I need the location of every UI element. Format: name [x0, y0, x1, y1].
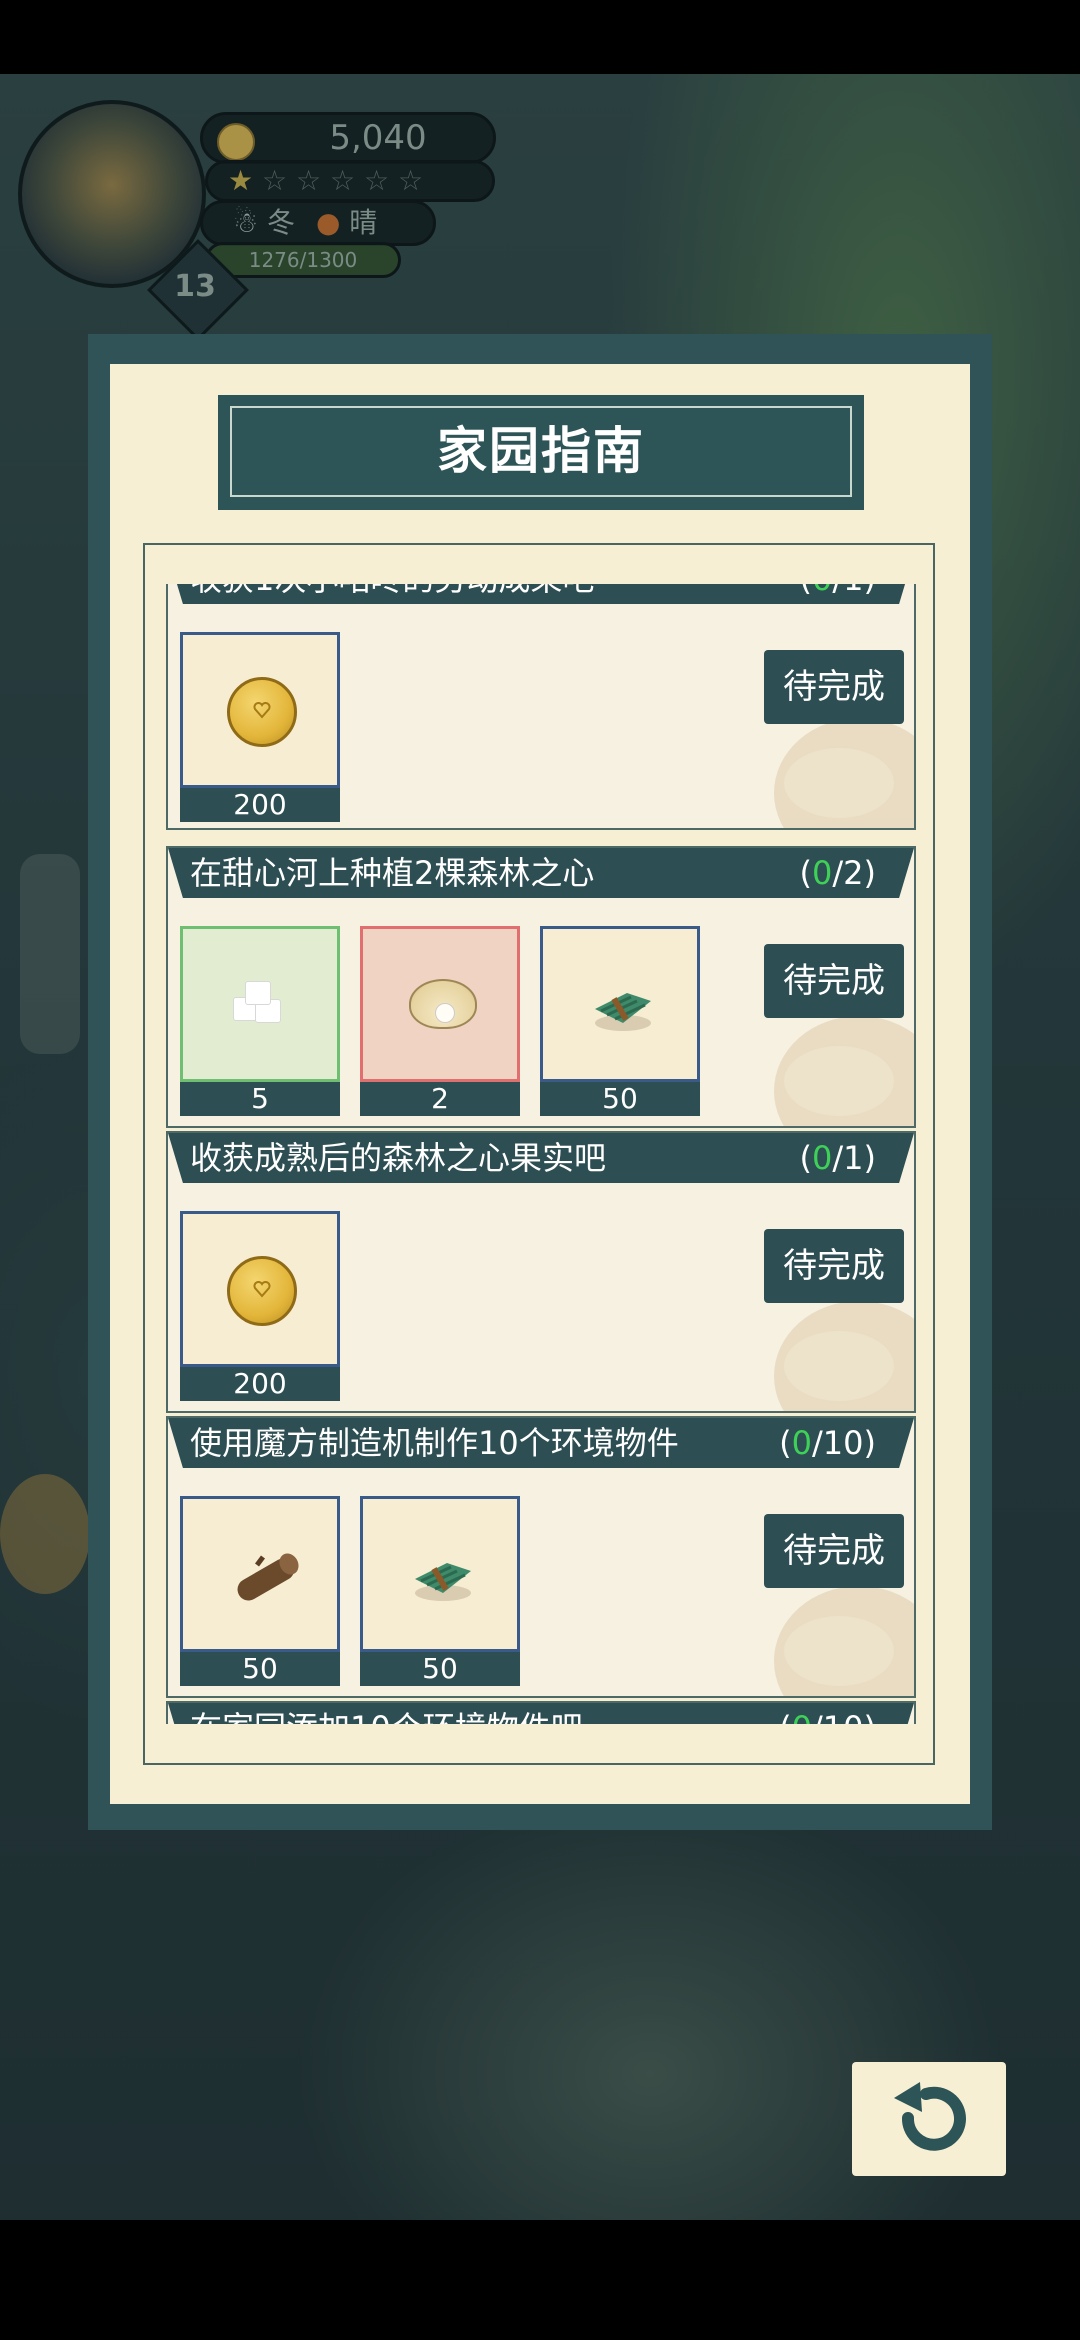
- reward-quantity: 50: [540, 1082, 700, 1116]
- gold-coin-icon: [227, 677, 297, 747]
- task-card: 收获成熟后的森林之心果实吧 (0/1) 200 待完成: [166, 1131, 916, 1413]
- task-title: 在甜心河上种植2棵森林之心: [190, 854, 595, 892]
- task-status-button[interactable]: 待完成: [764, 1229, 904, 1303]
- task-title: 使用魔方制造机制作10个环境物件: [190, 1424, 679, 1462]
- task-card: 在甜心河上种植2棵森林之心 (0/2) 5 2 50 待完成: [166, 846, 916, 1128]
- status-bar: [0, 0, 1080, 74]
- sun-icon: ●: [315, 206, 341, 239]
- grass-bundle-icon: [595, 993, 651, 1031]
- reward-item[interactable]: 5: [180, 926, 340, 1116]
- wood-log-icon: [237, 1553, 299, 1601]
- task-title: 在家园添加10个环境物件吧: [190, 1703, 583, 1724]
- pearl-shell-icon: [409, 979, 477, 1029]
- task-progress: (0/1): [799, 1139, 876, 1177]
- task-card: 在家园添加10个环境物件吧 (0/10): [166, 1701, 916, 1724]
- star-empty-icon: ☆ ☆ ☆ ☆ ☆: [262, 164, 424, 197]
- coin-amount: 5,040: [329, 118, 427, 158]
- task-status-button[interactable]: 待完成: [764, 1514, 904, 1588]
- reward-item[interactable]: 200: [180, 632, 340, 822]
- reward-quantity: 5: [180, 1082, 340, 1116]
- task-list[interactable]: 收获1次小咕咚的劳动成果吧 (0/1) 200 待完成 在甜心河上种植2棵森林之…: [166, 584, 916, 1724]
- season-label: 冬: [267, 206, 296, 239]
- weather-label: 晴: [349, 206, 378, 239]
- task-card: 收获1次小咕咚的劳动成果吧 (0/1) 200 待完成: [166, 584, 916, 830]
- reward-quantity: 50: [360, 1652, 520, 1686]
- xp-bar: 1276/1300: [205, 242, 401, 278]
- star-icon: ★: [228, 164, 254, 197]
- reward-quantity: 200: [180, 788, 340, 822]
- reward-item[interactable]: 200: [180, 1211, 340, 1401]
- reward-item[interactable]: 50: [180, 1496, 340, 1686]
- xp-label: 1276/1300: [248, 248, 358, 272]
- back-button[interactable]: [852, 2062, 1006, 2176]
- task-card: 使用魔方制造机制作10个环境物件 (0/10) 50 50 待完成: [166, 1416, 916, 1698]
- task-progress: (0/10): [779, 1703, 876, 1724]
- coin-counter[interactable]: 5,040: [200, 112, 496, 164]
- reward-item[interactable]: 2: [360, 926, 520, 1116]
- task-progress: (0/10): [779, 1424, 876, 1462]
- reward-item[interactable]: 50: [540, 926, 700, 1116]
- undo-arrow-icon: [894, 2082, 966, 2151]
- task-title: 收获1次小咕咚的劳动成果吧: [190, 584, 594, 604]
- reward-quantity: 2: [360, 1082, 520, 1116]
- task-status-button[interactable]: 待完成: [764, 650, 904, 724]
- task-status-button[interactable]: 待完成: [764, 944, 904, 1018]
- sugar-cube-icon: [233, 979, 293, 1027]
- gold-coin-icon: [227, 1256, 297, 1326]
- star-rating: ★ ☆ ☆ ☆ ☆ ☆: [205, 160, 495, 202]
- snowman-icon: ☃: [233, 206, 259, 239]
- reward-item[interactable]: 50: [360, 1496, 520, 1686]
- season-weather: ☃ 冬 ● 晴: [200, 200, 436, 246]
- reward-quantity: 200: [180, 1367, 340, 1401]
- task-progress: (0/1): [800, 584, 876, 604]
- coin-icon: [217, 123, 255, 161]
- dialog-title: 家园指南: [437, 422, 645, 480]
- reward-quantity: 50: [180, 1652, 340, 1686]
- task-progress: (0/2): [799, 854, 876, 892]
- navigation-bar: [0, 2220, 1080, 2340]
- level-number: 13: [174, 269, 216, 304]
- task-title: 收获成熟后的森林之心果实吧: [190, 1139, 607, 1177]
- grass-bundle-icon: [415, 1563, 471, 1601]
